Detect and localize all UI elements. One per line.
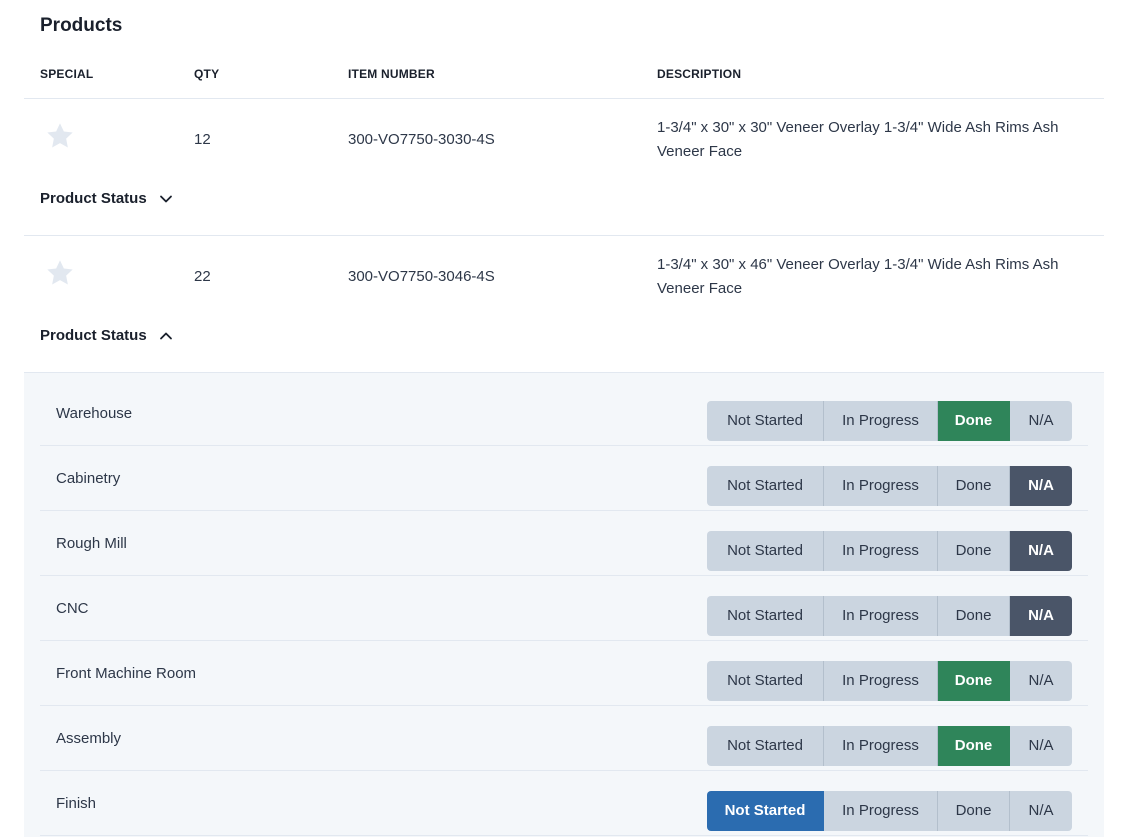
in-progress-button[interactable]: In Progress <box>824 726 938 766</box>
status-row-label: Cabinetry <box>56 470 121 487</box>
in-progress-button[interactable]: In Progress <box>824 596 938 636</box>
status-row: Warehouse Not Started In Progress Done N/A <box>40 381 1088 446</box>
column-header-item-number: ITEM NUMBER <box>348 67 435 81</box>
na-button[interactable]: N/A <box>1010 726 1072 766</box>
status-row: Assembly Not Started In Progress Done N/A <box>40 706 1088 771</box>
in-progress-button[interactable]: In Progress <box>824 401 938 441</box>
product-status-panel: Warehouse Not Started In Progress Done N/A Ca… <box>24 373 1104 837</box>
status-segmented-control: Not Started In Progress Done N/A <box>707 466 1072 506</box>
star-icon[interactable] <box>44 257 76 289</box>
status-row: Front Machine Room Not Started In Progress… <box>40 641 1088 706</box>
done-button[interactable]: Done <box>938 531 1010 571</box>
status-segmented-control: Not Started In Progress Done N/A <box>707 596 1072 636</box>
status-row-label: Front Machine Room <box>56 665 197 682</box>
status-row: CNC Not Started In Progress Done N/A <box>40 576 1088 641</box>
product-status-label: Product Status <box>40 190 147 207</box>
status-row-label: Rough Mill <box>56 535 127 552</box>
chevron-down-icon <box>159 192 173 206</box>
done-button[interactable]: Done <box>938 791 1010 831</box>
status-row-label: CNC <box>56 600 89 617</box>
status-row: Cabinetry Not Started In Progress Done N/A <box>40 446 1088 511</box>
status-row-label: Finish <box>56 795 97 812</box>
done-button[interactable]: Done <box>938 466 1010 506</box>
not-started-button[interactable]: Not Started <box>707 791 824 831</box>
done-button[interactable]: Done <box>938 596 1010 636</box>
product-item-number: 300-VO7750-3046-4S <box>348 268 495 285</box>
na-button[interactable]: N/A <box>1010 661 1072 701</box>
in-progress-button[interactable]: In Progress <box>824 531 938 571</box>
product-row: 22 300-VO7750-3046-4S 1-3/4" x 30" x 46"… <box>24 236 1104 372</box>
in-progress-button[interactable]: In Progress <box>824 661 938 701</box>
in-progress-button[interactable]: In Progress <box>824 466 938 506</box>
not-started-button[interactable]: Not Started <box>707 466 824 506</box>
product-status-toggle[interactable]: Product Status <box>40 190 173 207</box>
column-header-description: DESCRIPTION <box>657 67 742 81</box>
na-button[interactable]: N/A <box>1010 531 1072 571</box>
not-started-button[interactable]: Not Started <box>707 726 824 766</box>
done-button[interactable]: Done <box>938 401 1010 441</box>
product-description: 1-3/4" x 30" x 30" Veneer Overlay 1-3/4"… <box>657 119 1059 160</box>
not-started-button[interactable]: Not Started <box>707 531 824 571</box>
status-row: Finish Not Started In Progress Done N/A <box>40 771 1088 836</box>
na-button[interactable]: N/A <box>1010 466 1072 506</box>
chevron-up-icon <box>159 329 173 343</box>
not-started-button[interactable]: Not Started <box>707 661 824 701</box>
column-header-special: SPECIAL <box>40 67 94 81</box>
product-item-number: 300-VO7750-3030-4S <box>348 131 495 148</box>
product-description: 1-3/4" x 30" x 46" Veneer Overlay 1-3/4"… <box>657 256 1059 297</box>
status-segmented-control: Not Started In Progress Done N/A <box>707 661 1072 701</box>
status-row-label: Assembly <box>56 730 122 747</box>
na-button[interactable]: N/A <box>1010 401 1072 441</box>
done-button[interactable]: Done <box>938 661 1010 701</box>
star-icon[interactable] <box>44 120 76 152</box>
in-progress-button[interactable]: In Progress <box>824 791 938 831</box>
status-row-label: Warehouse <box>56 405 133 422</box>
product-qty: 22 <box>194 268 211 285</box>
done-button[interactable]: Done <box>938 726 1010 766</box>
column-header-qty: QTY <box>194 67 220 81</box>
not-started-button[interactable]: Not Started <box>707 596 824 636</box>
status-segmented-control: Not Started In Progress Done N/A <box>707 726 1072 766</box>
product-qty: 12 <box>194 131 211 148</box>
product-status-toggle[interactable]: Product Status <box>40 327 173 344</box>
status-segmented-control: Not Started In Progress Done N/A <box>707 401 1072 441</box>
status-segmented-control: Not Started In Progress Done N/A <box>707 531 1072 571</box>
status-segmented-control: Not Started In Progress Done N/A <box>707 791 1072 831</box>
product-row: 12 300-VO7750-3030-4S 1-3/4" x 30" x 30"… <box>24 99 1104 235</box>
product-status-label: Product Status <box>40 327 147 344</box>
section-title: Products <box>40 15 123 36</box>
na-button[interactable]: N/A <box>1010 791 1072 831</box>
status-row: Rough Mill Not Started In Progress Done N/A <box>40 511 1088 576</box>
not-started-button[interactable]: Not Started <box>707 401 824 441</box>
na-button[interactable]: N/A <box>1010 596 1072 636</box>
